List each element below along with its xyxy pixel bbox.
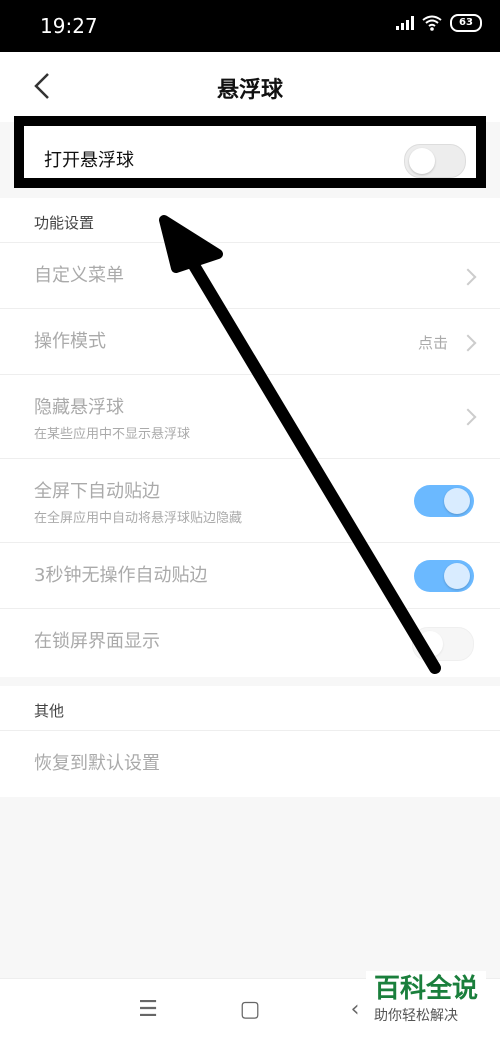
status-bar: 19:27 63 [0,0,500,52]
operation-mode-value: 点击 [417,334,448,352]
function-settings-section: 功能设置 自定义菜单 操作模式 点击 隐藏悬浮球 在某些应用中不显示悬浮球 全屏… [0,198,500,677]
signal-icon [396,16,414,30]
header: 悬浮球 [0,52,500,122]
home-icon[interactable]: ▢ [235,997,265,1022]
restore-defaults-row[interactable]: 恢复到默认设置 [0,730,500,797]
battery-icon: 63 [450,14,482,32]
function-settings-title: 功能设置 [34,214,95,232]
lockscreen-display-row[interactable]: 在锁屏界面显示 [0,608,500,677]
hide-floating-ball-label: 隐藏悬浮球 [34,397,124,418]
idle-auto-edge-label: 3秒钟无操作自动贴边 [34,565,208,586]
status-time: 19:27 [40,14,98,38]
fullscreen-auto-edge-switch[interactable] [414,485,474,517]
other-section-title: 其他 [34,702,65,720]
watermark-title: 百科全说 [373,974,478,1004]
page-title: 悬浮球 [216,78,283,103]
restore-defaults-label: 恢复到默认设置 [34,753,160,774]
hide-floating-ball-sub: 在某些应用中不显示悬浮球 [34,427,191,442]
fullscreen-auto-edge-sub: 在全屏应用中自动将悬浮球贴边隐藏 [34,511,243,526]
status-icons: 63 [396,14,482,32]
custom-menu-label: 自定义菜单 [34,265,124,286]
idle-auto-edge-row[interactable]: 3秒钟无操作自动贴边 [0,542,500,609]
fullscreen-auto-edge-row[interactable]: 全屏下自动贴边 在全屏应用中自动将悬浮球贴边隐藏 [0,458,500,543]
idle-auto-edge-switch[interactable] [414,560,474,592]
open-floating-ball-switch[interactable] [404,144,466,178]
chevron-right-icon [459,268,477,286]
chevron-right-icon [459,334,477,352]
chevron-right-icon [459,408,477,426]
lockscreen-display-switch[interactable] [412,627,474,661]
lockscreen-display-label: 在锁屏界面显示 [34,631,160,652]
custom-menu-row[interactable]: 自定义菜单 [0,242,500,309]
watermark-subtitle: 助你轻松解决 [373,1008,458,1024]
operation-mode-label: 操作模式 [34,331,106,352]
open-floating-ball-label: 打开悬浮球 [44,150,134,171]
other-section: 其他 恢复到默认设置 [0,686,500,797]
menu-icon[interactable]: ☰ [133,997,163,1022]
operation-mode-row[interactable]: 操作模式 点击 [0,308,500,375]
open-floating-ball-row[interactable]: 打开悬浮球 [14,116,486,188]
hide-floating-ball-row[interactable]: 隐藏悬浮球 在某些应用中不显示悬浮球 [0,374,500,459]
fullscreen-auto-edge-label: 全屏下自动贴边 [34,481,160,502]
wifi-icon [422,15,442,31]
watermark: 百科全说 助你轻松解决 [365,971,486,1029]
